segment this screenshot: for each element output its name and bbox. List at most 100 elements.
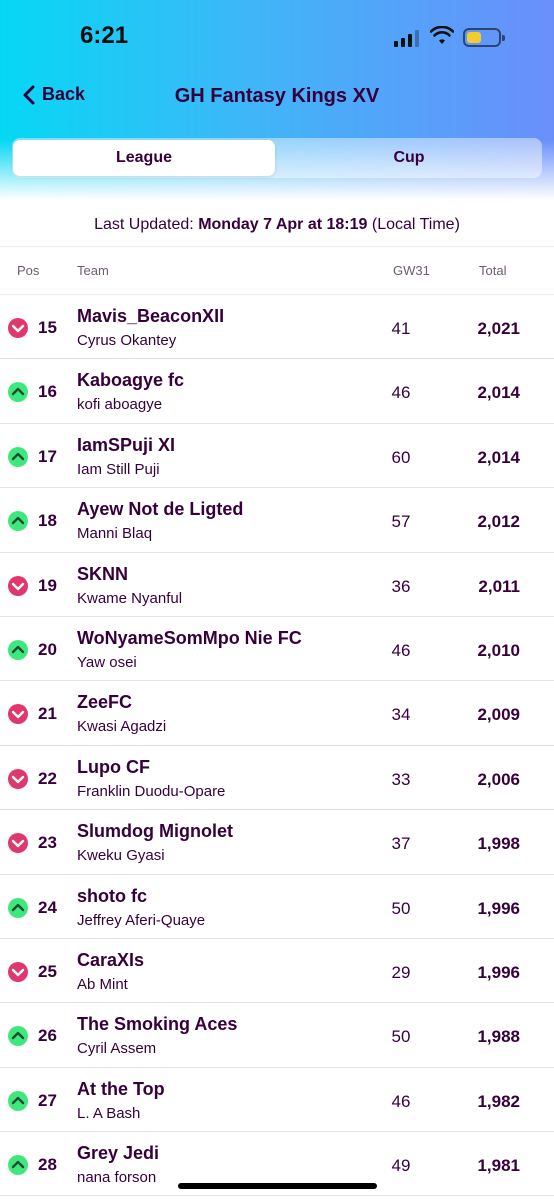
rank-down-icon [8,318,28,338]
row-gw-points: 41 [391,319,411,338]
row-rank: 28 [38,1155,57,1175]
rank-down-icon [8,575,28,596]
last-updated-suffix: (Local Time) [367,216,460,233]
row-rank: 25 [38,961,57,981]
row-total-points: 2,006 [477,769,520,789]
table-row[interactable]: 25 CaraXIs Ab Mint 29 1,996 [0,939,554,1004]
table-row[interactable]: 15 Mavis_BeaconXII Cyrus Okantey 41 2,021 [0,295,554,360]
row-total-points: 1,996 [477,898,520,918]
table-row[interactable]: 26 The Smoking Aces Cyril Assem 50 1,988 [0,1003,554,1068]
column-team: Team [77,263,109,278]
row-gw-points: 29 [391,962,411,982]
row-rank: 19 [38,575,57,595]
status-bar: 6:21 [0,0,554,70]
row-gw-points: 49 [391,1156,411,1176]
row-total-points: 2,021 [477,319,520,338]
row-manager-name: Franklin Duodu-Opare [77,782,226,800]
rank-up-icon [8,897,28,918]
row-total-points: 1,996 [477,962,520,982]
table-header: Pos Team GW31 Total [0,246,554,295]
row-manager-name: Yaw osei [77,653,137,671]
rank-down-icon [8,768,28,789]
table-row[interactable]: 16 Kaboagye fc kofi aboagye 46 2,014 [0,359,554,424]
row-rank: 16 [38,382,57,402]
row-team-name: Grey Jedi [77,1143,160,1164]
rank-up-icon [8,1026,28,1047]
table-row[interactable]: 20 WoNyameSomMpo Nie FC Yaw osei 46 2,010 [0,617,554,682]
standings-table: 15 Mavis_BeaconXII Cyrus Okantey 41 2,021 16 K… [0,295,554,1197]
last-updated: Last Updated: Monday 7 Apr at 18:19 (Loc… [0,216,554,234]
row-manager-name: nana forson [77,1169,157,1187]
segmented-control: League Cup [12,138,542,178]
row-team-name: SKNN [77,563,129,584]
row-gw-points: 50 [391,1027,411,1047]
row-gw-points: 57 [391,512,411,532]
row-gw-points: 60 [391,447,411,467]
table-row[interactable]: 18 Ayew Not de Ligted Manni Blaq 57 2,012 [0,488,554,553]
row-team-name: Slumdog Mignolet [77,821,233,842]
row-rank: 17 [38,446,57,466]
tab-league[interactable]: League [13,140,275,176]
row-total-points: 2,009 [477,705,520,725]
tab-cup[interactable]: Cup [278,140,540,176]
row-gw-points: 46 [391,383,411,403]
rank-up-icon [8,511,28,532]
table-row[interactable]: 21 ZeeFC Kwasi Agadzi 34 2,009 [0,681,554,746]
table-row[interactable]: 27 At the Top L. A Bash 46 1,982 [0,1068,554,1133]
row-total-points: 2,014 [477,447,520,467]
rank-up-icon [8,1090,28,1111]
row-total-points: 1,998 [477,834,520,854]
row-manager-name: Iam Still Puji [77,460,160,478]
table-row[interactable]: 22 Lupo CF Franklin Duodu-Opare 33 2,006 [0,746,554,811]
table-row[interactable]: 23 Slumdog Mignolet Kweku Gyasi 37 1,998 [0,810,554,875]
table-row[interactable]: 24 shoto fc Jeffrey Aferi-Quaye 50 1,996 [0,875,554,939]
row-gw-points: 50 [391,898,411,918]
row-gw-points: 46 [391,640,411,660]
rank-up-icon [8,639,28,660]
row-rank: 23 [38,833,57,853]
row-manager-name: L. A Bash [77,1104,141,1122]
table-row[interactable]: 19 SKNN Kwame Nyanful 36 2,011 [0,553,554,617]
row-rank: 20 [38,639,57,659]
status-time: 6:21 [80,22,129,49]
row-total-points: 2,011 [478,576,520,596]
row-gw-points: 33 [391,769,411,789]
navigation-bar: Back GH Fantasy Kings XV [0,76,554,120]
table-row[interactable]: 17 IamSPuji XI Iam Still Puji 60 2,014 [0,424,554,489]
last-updated-date: Monday 7 Apr at 18:19 [198,216,368,233]
row-rank: 15 [38,318,57,337]
row-team-name: At the Top [77,1078,165,1099]
row-team-name: Ayew Not de Ligted [77,499,244,520]
row-total-points: 1,988 [477,1027,520,1047]
rank-down-icon [8,704,28,725]
row-manager-name: Kweku Gyasi [77,847,165,865]
row-rank: 21 [38,704,57,724]
page-title: GH Fantasy Kings XV [174,85,380,107]
row-manager-name: Jeffrey Aferi-Quaye [77,911,206,929]
row-manager-name: Kwasi Agadzi [77,718,167,736]
row-rank: 22 [38,768,57,788]
row-total-points: 1,981 [477,1156,520,1176]
row-team-name: Kaboagye fc [77,370,185,391]
row-team-name: The Smoking Aces [77,1014,238,1035]
row-gw-points: 46 [391,1091,411,1111]
column-total: Total [479,263,507,278]
rank-up-icon [8,382,28,403]
rank-down-icon [8,833,28,854]
row-total-points: 2,012 [477,512,520,532]
row-total-points: 1,982 [477,1091,520,1111]
row-total-points: 2,010 [477,640,520,660]
row-total-points: 2,014 [477,383,520,403]
row-rank: 27 [38,1090,57,1110]
row-team-name: Mavis_BeaconXII [77,306,225,326]
row-rank: 18 [38,511,57,531]
row-team-name: IamSPuji XI [77,434,176,455]
row-manager-name: Cyril Assem [77,1040,157,1058]
rank-up-icon [8,1155,28,1176]
row-team-name: CaraXIs [77,949,145,970]
row-team-name: ZeeFC [77,692,133,713]
row-team-name: Lupo CF [77,756,150,777]
row-rank: 24 [38,897,57,917]
battery-icon [463,28,505,47]
row-manager-name: Cyrus Okantey [77,332,177,349]
